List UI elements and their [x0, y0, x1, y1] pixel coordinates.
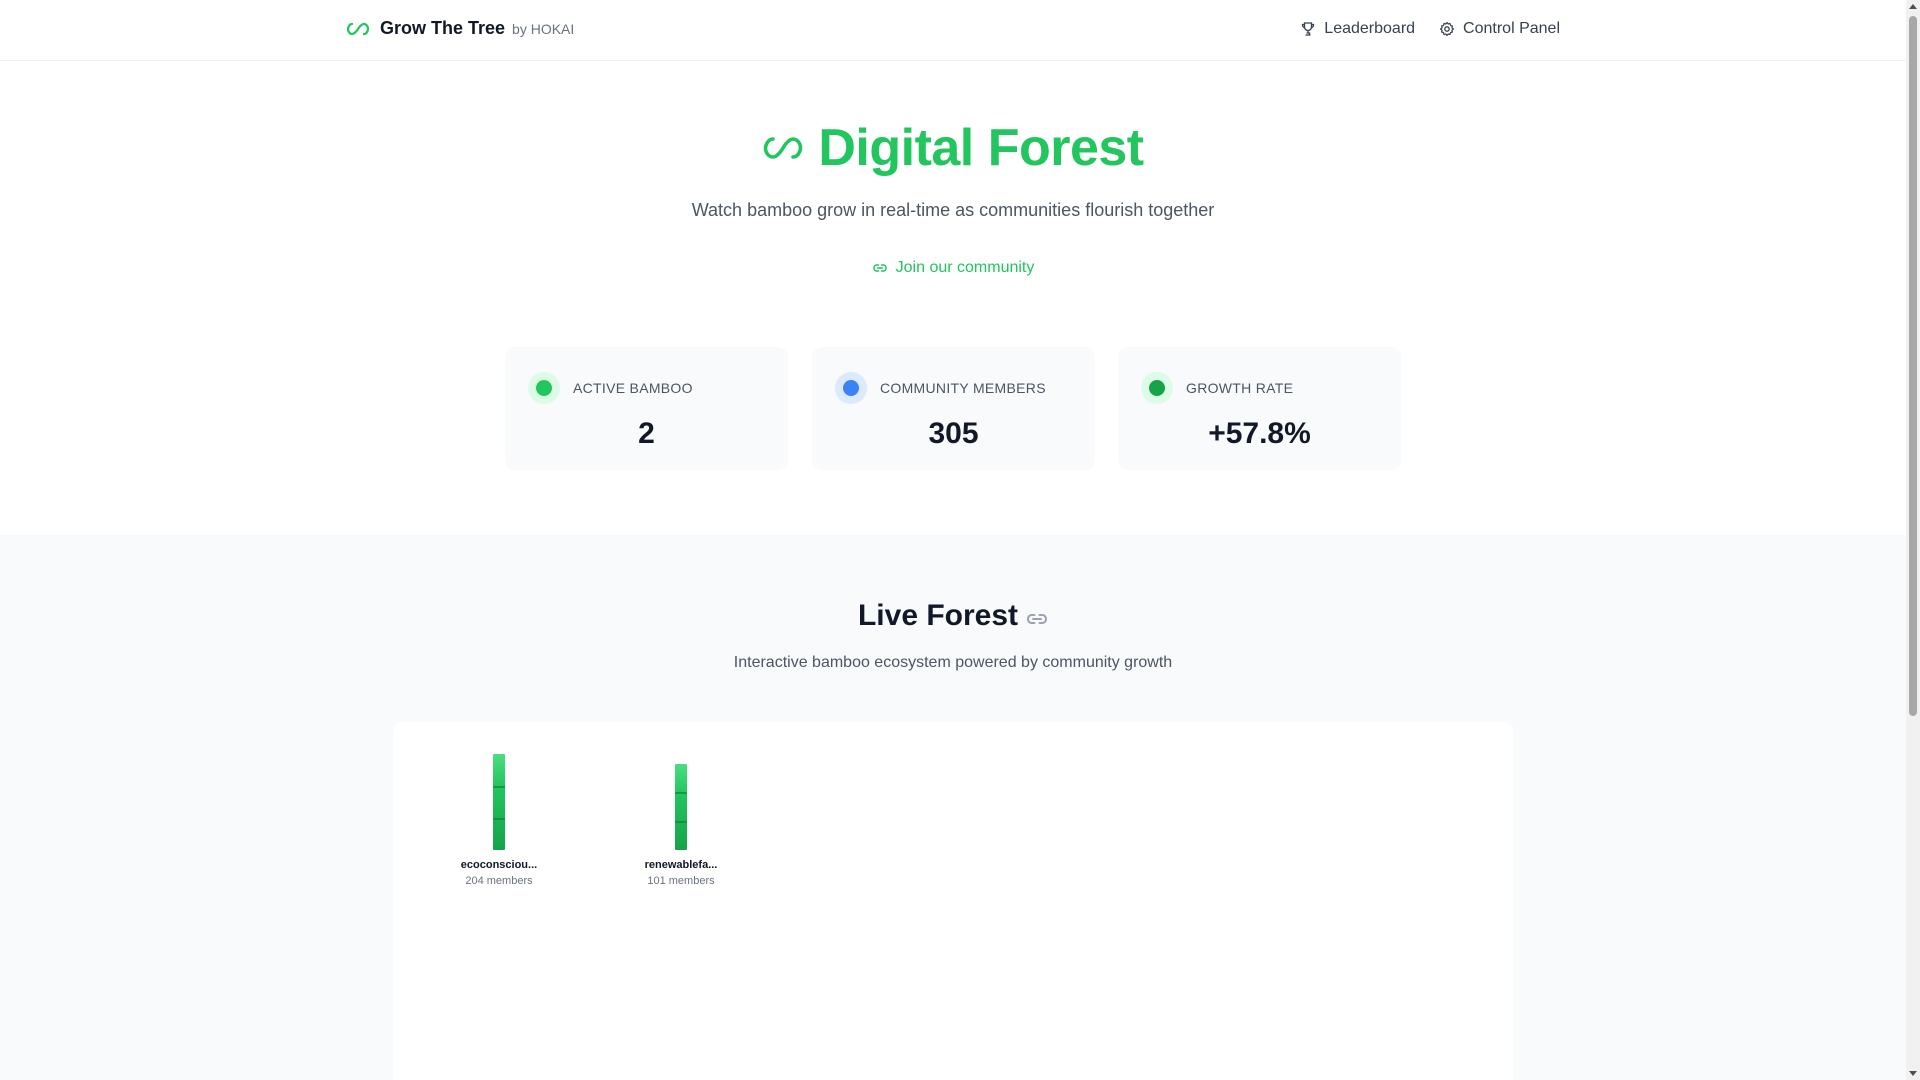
nav-links: Leaderboard Control Panel [1276, 20, 1560, 38]
gear-icon [1439, 21, 1455, 37]
bamboo-stalk [675, 764, 687, 850]
bamboo-node [493, 818, 505, 820]
bamboo-node [675, 821, 687, 823]
forest-canvas: ecoconsciou... 204 members renewablefa..… [393, 722, 1513, 1080]
scroll-up-arrow-icon[interactable] [1909, 4, 1917, 9]
nav-control-panel-label: Control Panel [1463, 20, 1560, 37]
stat-card-growth-rate: GROWTH RATE +57.8% [1118, 347, 1401, 470]
status-dot-icon [843, 380, 859, 396]
brand-name: Grow The Tree [380, 18, 506, 38]
join-community-label: Join our community [895, 259, 1035, 276]
bamboo-members: 204 members [465, 875, 533, 887]
status-dot-ring [528, 372, 560, 404]
bamboo-members: 101 members [647, 875, 715, 887]
stat-label: ACTIVE BAMBOO [573, 380, 693, 396]
bamboo-stalk [493, 754, 505, 850]
top-navbar: Grow The Tree by HOKAI Leaderboard Contr… [0, 0, 1906, 61]
forest-title: Live Forest [857, 599, 1019, 632]
join-community-link[interactable]: Join our community [0, 259, 1906, 277]
forest-subtitle: Interactive bamboo ecosystem powered by … [733, 654, 1173, 671]
infinity-icon [764, 137, 803, 159]
stat-label: GROWTH RATE [1186, 380, 1294, 396]
hero-heading: Digital Forest [0, 118, 1906, 178]
trophy-icon [1302, 22, 1315, 36]
status-dot-icon [536, 380, 552, 396]
stat-card-active-bamboo: ACTIVE BAMBOO 2 [505, 347, 788, 470]
brand-byline: by HOKAI [512, 20, 575, 37]
stat-value: 305 [928, 417, 979, 450]
nav-leaderboard[interactable]: Leaderboard [1300, 20, 1415, 38]
page: Grow The Tree by HOKAI Leaderboard Contr… [0, 0, 1920, 1080]
scroll-down-arrow-icon[interactable] [1909, 1071, 1917, 1076]
status-dot-ring [1141, 372, 1173, 404]
bamboo-node [675, 792, 687, 794]
forest-heading: Live Forest [0, 599, 1906, 633]
infinity-logo-icon [346, 22, 370, 35]
link-icon[interactable] [1026, 610, 1048, 628]
bamboo-name: ecoconsciou... [460, 859, 538, 871]
live-forest-section: Live Forest Interactive bamboo ecosystem… [0, 535, 1906, 1080]
nav-control-panel[interactable]: Control Panel [1439, 20, 1560, 38]
vertical-scrollbar[interactable] [1906, 0, 1920, 1080]
page-title: Digital Forest [818, 119, 1144, 177]
brand[interactable]: Grow The Tree by HOKAI [346, 18, 574, 39]
scrollbar-thumb[interactable] [1909, 16, 1917, 716]
stat-value: +57.8% [1208, 417, 1311, 450]
stat-card-community-members: COMMUNITY MEMBERS 305 [812, 347, 1095, 470]
link-icon [872, 264, 887, 272]
status-dot-ring [835, 372, 867, 404]
stat-label: COMMUNITY MEMBERS [880, 380, 1046, 396]
status-dot-icon [1149, 380, 1165, 396]
stat-value: 2 [638, 417, 655, 450]
hero-subtitle: Watch bamboo grow in real-time as commun… [691, 200, 1215, 220]
bamboo-node [493, 786, 505, 788]
bamboo-name: renewablefa... [644, 859, 718, 871]
nav-leaderboard-label: Leaderboard [1324, 20, 1416, 37]
